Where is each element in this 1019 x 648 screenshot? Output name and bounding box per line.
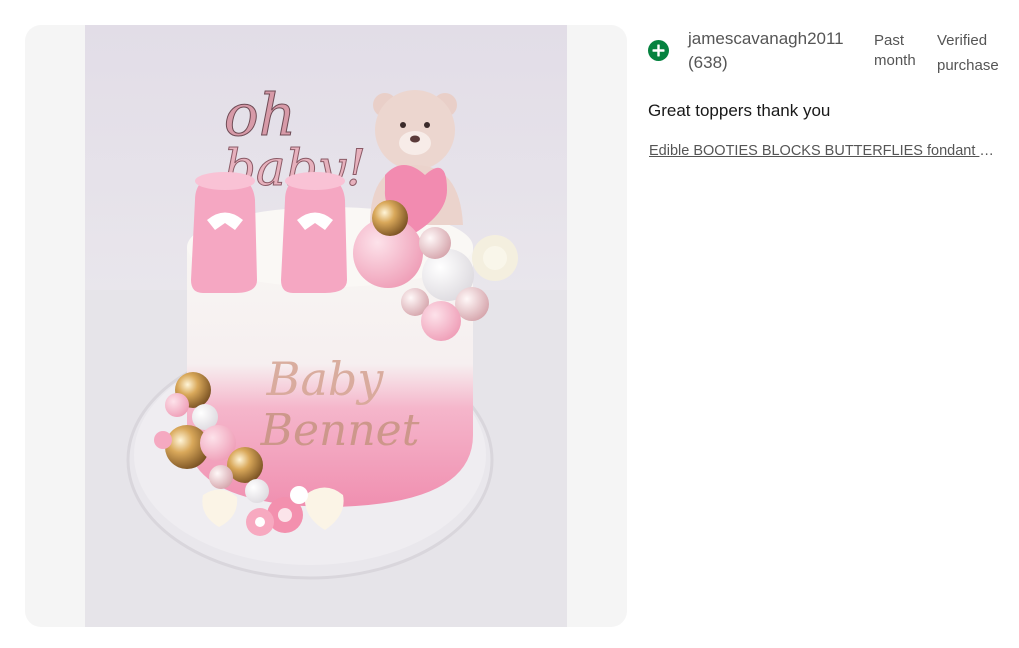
review-comment: Great toppers thank you [648,101,831,120]
review-time-line1: Past [874,32,905,49]
review-photo[interactable]: Baby Bennet oh baby! [85,25,567,627]
verified-line2: purchase [937,57,999,74]
review-time: Past month [874,31,930,71]
plus-circle-icon [648,40,669,61]
reviewer-username: jamescavanagh2011 [688,29,844,48]
reviewed-item-link[interactable]: Edible BOOTIES BLOCKS BUTTERFLIES fondan… [649,143,1001,159]
reviewer-feedback-score: (638) [688,53,728,72]
verified-line1: Verified [937,32,988,49]
review-image-panel[interactable]: Baby Bennet oh baby! [25,25,627,627]
verified-purchase-label: Verified purchase [937,28,1017,78]
svg-text:Bennet: Bennet [260,405,420,456]
review-card: jamescavanagh2011 (638) Past month Verif… [648,25,1008,159]
review-time-line2: month [874,52,916,69]
review-header: jamescavanagh2011 (638) Past month Verif… [648,25,1008,85]
svg-text:Baby: Baby [266,352,385,406]
reviewer-info: jamescavanagh2011 (638) [688,27,858,75]
